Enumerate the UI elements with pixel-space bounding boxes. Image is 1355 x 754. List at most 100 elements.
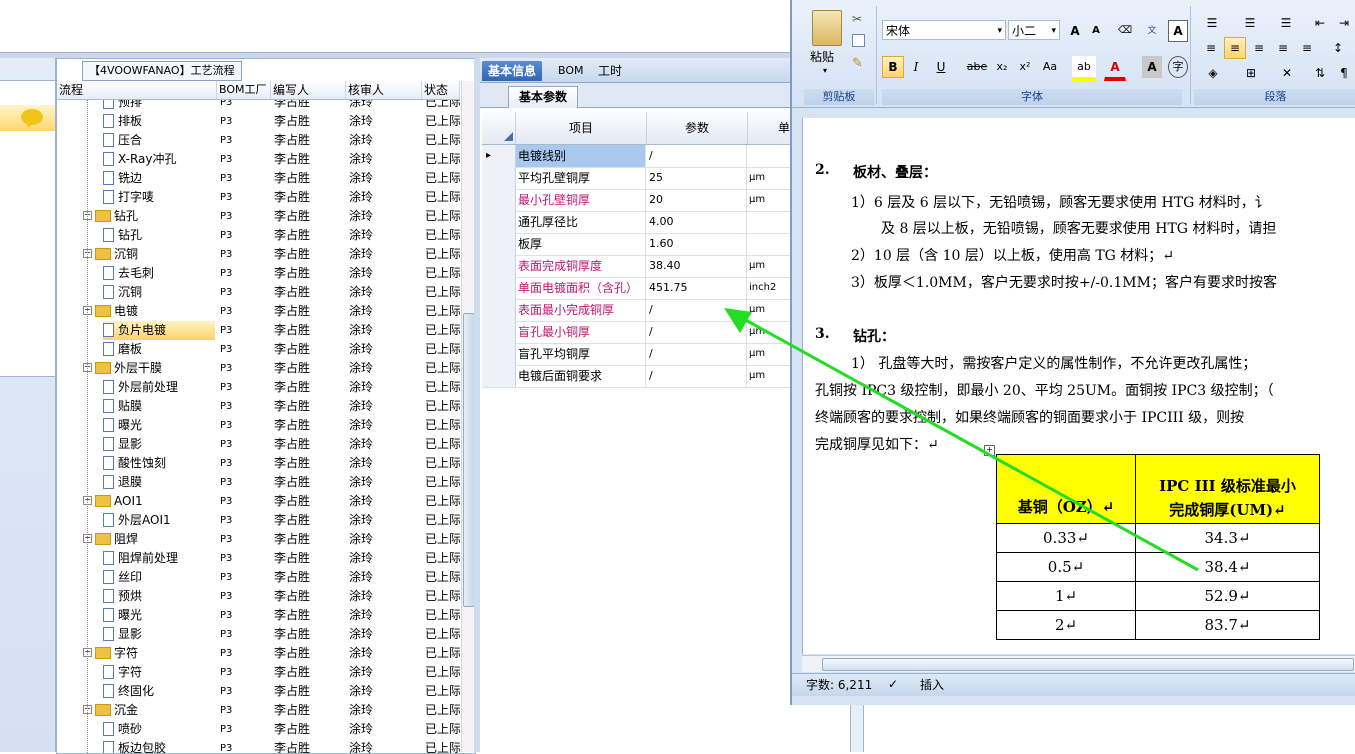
superscript-button[interactable]: x² <box>1014 56 1036 78</box>
param-row[interactable]: 电镀后面铜要求 / μm <box>482 365 790 388</box>
row-indicator[interactable] <box>482 189 516 211</box>
tree-row-name-cell[interactable]: 外层AOI1 <box>103 511 215 530</box>
tab-work-hours[interactable]: 工时 <box>592 61 628 81</box>
param-row[interactable]: ▸ 电镀线别 / <box>482 145 790 168</box>
tree-row-name-cell[interactable]: 压合 <box>103 131 215 150</box>
tree-row[interactable]: 贴膜 P3 李占胜 涂玲 已上际 <box>57 397 460 416</box>
grid-header-item[interactable]: 项目 <box>516 112 647 144</box>
tree-row[interactable]: − 外层干膜 P3 李占胜 涂玲 已上际 <box>57 359 460 378</box>
tree-row[interactable]: 丝印 P3 李占胜 涂玲 已上际 <box>57 568 460 587</box>
row-indicator[interactable] <box>482 277 516 299</box>
clear-format-icon[interactable]: ⌫ <box>1114 20 1136 42</box>
tree-row[interactable]: 预烘 P3 李占胜 涂玲 已上际 <box>57 587 460 606</box>
tree-row-name-cell[interactable]: 显影 <box>103 435 215 454</box>
tree-row-name-cell[interactable]: 去毛刺 <box>103 264 215 283</box>
shrink-font-icon[interactable]: A <box>1086 20 1106 42</box>
param-value[interactable]: 20 <box>647 189 747 211</box>
subtab-basic-params[interactable]: 基本参数 <box>508 86 579 108</box>
row-indicator[interactable] <box>482 365 516 387</box>
param-value[interactable]: / <box>647 343 747 365</box>
chat-icon[interactable] <box>21 109 43 128</box>
copy-icon[interactable] <box>852 34 865 47</box>
row-indicator[interactable]: ▸ <box>482 145 516 167</box>
tree-row[interactable]: 阻焊前处理 P3 李占胜 涂玲 已上际 <box>57 549 460 568</box>
table-cell-min-thickness[interactable]: 52.9↵ <box>1135 581 1320 611</box>
paste-icon[interactable] <box>812 10 842 46</box>
param-value[interactable]: / <box>647 365 747 387</box>
param-row[interactable]: 单面电镀面积（含孔） 451.75 inch2 <box>482 277 790 300</box>
param-row[interactable]: 最小孔壁铜厚 20 μm <box>482 189 790 212</box>
tree-row[interactable]: − 字符 P3 李占胜 涂玲 已上际 <box>57 644 460 663</box>
tree-row-name-cell[interactable]: 终固化 <box>103 682 215 701</box>
tree-row-name-cell[interactable]: 预烘 <box>103 587 215 606</box>
param-row[interactable]: 板厚 1.60 <box>482 233 790 256</box>
tree-row[interactable]: 磨板 P3 李占胜 涂玲 已上际 <box>57 340 460 359</box>
param-row[interactable]: 表面完成铜厚度 38.40 μm <box>482 255 790 278</box>
tree-row[interactable]: 退膜 P3 李占胜 涂玲 已上际 <box>57 473 460 492</box>
param-row[interactable]: 通孔厚径比 4.00 <box>482 211 790 234</box>
tab-basic-info[interactable]: 基本信息 <box>482 61 543 81</box>
tree-row-name-cell[interactable]: 曝光 <box>103 606 215 625</box>
tree-row[interactable]: 板边包胶 P3 李占胜 涂玲 已上际 <box>57 739 460 753</box>
phonetic-guide-icon[interactable]: 文 <box>1140 20 1164 42</box>
table-cell-min-thickness[interactable]: 34.3↵ <box>1135 523 1320 553</box>
row-indicator[interactable] <box>482 233 516 255</box>
tree-row-name-cell[interactable]: 酸性蚀刻 <box>103 454 215 473</box>
row-indicator[interactable] <box>482 255 516 277</box>
tree-row[interactable]: 显影 P3 李占胜 涂玲 已上际 <box>57 625 460 644</box>
tree-row-name-cell[interactable]: 贴膜 <box>103 397 215 416</box>
tree-row-name-cell[interactable]: 阻焊前处理 <box>103 549 215 568</box>
col-header-process[interactable]: 流程 <box>57 81 217 99</box>
tree-row-name-cell[interactable]: − 沉金 <box>83 701 215 720</box>
table-cell-base-copper[interactable]: 0.5↵ <box>996 552 1136 582</box>
highlight-icon[interactable]: ab <box>1072 56 1096 81</box>
tree-row[interactable]: 酸性蚀刻 P3 李占胜 涂玲 已上际 <box>57 454 460 473</box>
row-indicator[interactable] <box>482 299 516 321</box>
align-center-icon[interactable]: ≡ <box>1224 37 1246 59</box>
grow-font-icon[interactable]: A <box>1065 20 1085 42</box>
tree-row[interactable]: 排板 P3 李占胜 涂玲 已上际 <box>57 112 460 131</box>
increase-indent-icon[interactable]: ⇥ <box>1332 12 1355 34</box>
justify-icon[interactable]: ≡ <box>1272 37 1294 59</box>
bullets-icon[interactable]: ☰ <box>1200 12 1224 34</box>
tree-row[interactable]: 喷砂 P3 李占胜 涂玲 已上际 <box>57 720 460 739</box>
tree-row-name-cell[interactable]: 曝光 <box>103 416 215 435</box>
char-border-icon[interactable]: A <box>1168 20 1188 42</box>
tree-row[interactable]: 负片电镀 P3 李占胜 涂玲 已上际 <box>57 321 460 340</box>
tree-row[interactable]: X-Ray冲孔 P3 李占胜 涂玲 已上际 <box>57 150 460 169</box>
tree-row[interactable]: 打字唛 P3 李占胜 涂玲 已上际 <box>57 188 460 207</box>
borders-icon[interactable]: ⊞ <box>1238 62 1264 84</box>
insert-mode[interactable]: 插入 <box>920 674 944 696</box>
font-size-select[interactable]: 小二 ▾ <box>1008 20 1060 40</box>
tab-bom[interactable]: BOM <box>552 61 590 81</box>
numbering-icon[interactable]: ☰ <box>1238 12 1262 34</box>
tree-row[interactable]: 终固化 P3 李占胜 涂玲 已上际 <box>57 682 460 701</box>
strikethrough-button[interactable]: abe <box>964 56 990 78</box>
tree-row-name-cell[interactable]: 磨板 <box>103 340 215 359</box>
document-page[interactable]: ... 2. 板材、叠层： 1）6 层及 6 层以下，无铅喷锡，顾客无要求使用 … <box>802 118 1355 654</box>
col-header-writer[interactable]: 编写人 <box>271 81 346 99</box>
multilevel-list-icon[interactable]: ☰ <box>1274 12 1298 34</box>
row-indicator[interactable] <box>482 343 516 365</box>
param-row[interactable]: 表面最小完成铜厚 / μm <box>482 299 790 322</box>
tree-row[interactable]: 铣边 P3 李占胜 涂玲 已上际 <box>57 169 460 188</box>
tree-row[interactable]: 曝光 P3 李占胜 涂玲 已上际 <box>57 416 460 435</box>
tree-scrollbar[interactable] <box>461 81 475 752</box>
cut-icon[interactable]: ✂ <box>852 12 862 26</box>
tree-row[interactable]: − AOI1 P3 李占胜 涂玲 已上际 <box>57 492 460 511</box>
table-cell-base-copper[interactable]: 2↵ <box>996 610 1136 640</box>
table-move-handle-icon[interactable]: + <box>984 445 995 456</box>
tree-row[interactable]: 外层前处理 P3 李占胜 涂玲 已上际 <box>57 378 460 397</box>
tree-row[interactable]: 显影 P3 李占胜 涂玲 已上际 <box>57 435 460 454</box>
tree-row-name-cell[interactable]: 喷砂 <box>103 720 215 739</box>
col-header-reviewer[interactable]: 核审人 <box>346 81 422 99</box>
tree-row-name-cell[interactable]: 铣边 <box>103 169 215 188</box>
param-value[interactable]: / <box>647 145 747 167</box>
align-left-icon[interactable]: ≡ <box>1200 37 1222 59</box>
format-painter-icon[interactable]: ✎ <box>852 56 863 71</box>
tree-row-name-cell[interactable]: − 外层干膜 <box>83 359 215 378</box>
font-color-icon[interactable]: A <box>1104 56 1126 81</box>
tree-row-name-cell[interactable]: 负片电镀 <box>103 321 215 340</box>
tree-row-name-cell[interactable]: 打字唛 <box>103 188 215 207</box>
param-value[interactable]: 1.60 <box>647 233 747 255</box>
